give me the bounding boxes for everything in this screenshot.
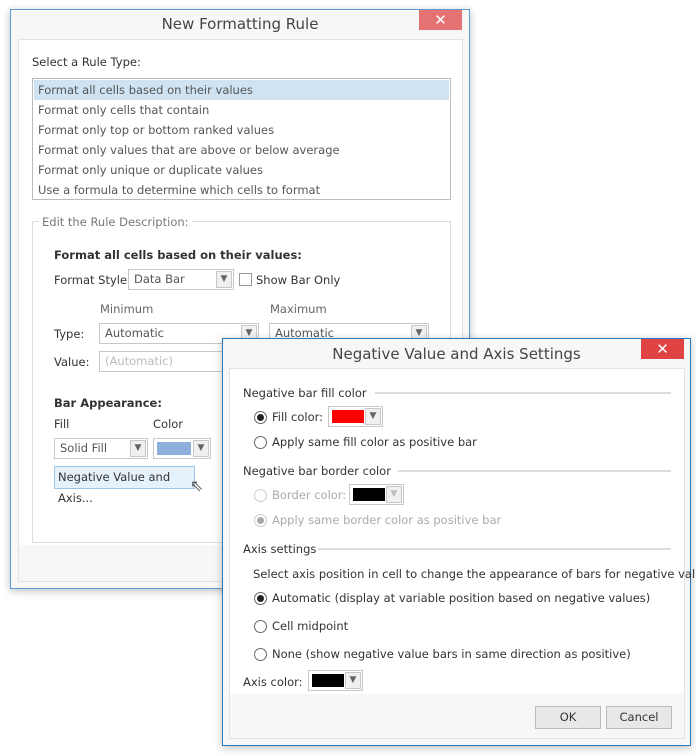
fill-section-title: Negative bar fill color (243, 386, 367, 400)
border-same-radio[interactable] (254, 514, 267, 527)
fill-select[interactable]: Solid Fill ▼ (54, 438, 148, 459)
fill-label: Fill (54, 417, 70, 431)
dialog-body: Negative bar fill color Fill color: ▼ Ap… (229, 368, 696, 739)
axis-color-picker[interactable]: ▼ (308, 670, 363, 691)
rule-type-item[interactable]: Format only top or bottom ranked values (34, 120, 449, 140)
rule-type-item[interactable]: Format only values that are above or bel… (34, 140, 449, 160)
border-color-swatch (353, 488, 385, 501)
show-bar-only-checkbox[interactable] (239, 273, 252, 286)
bar-appearance-heading: Bar Appearance: (54, 396, 162, 410)
select-rule-type-label: Select a Rule Type: (32, 55, 141, 69)
format-style-select[interactable]: Data Bar ▼ (128, 269, 234, 290)
format-style-label: Format Style: (54, 273, 131, 287)
fill-color-label: Fill color: (272, 410, 324, 424)
border-color-picker[interactable]: ▼ (349, 484, 404, 505)
border-color-label: Border color: (272, 488, 347, 502)
minimum-type-value: Automatic (105, 326, 164, 340)
dialog-title: New Formatting Rule (161, 15, 319, 33)
bar-color-picker[interactable]: ▼ (153, 438, 211, 459)
rule-type-list[interactable]: Format all cells based on their values F… (32, 78, 451, 200)
format-style-value: Data Bar (134, 272, 185, 286)
dialog-footer: OK Cancel (230, 694, 684, 738)
chevron-down-icon: ▼ (345, 672, 361, 689)
fill-color-picker[interactable]: ▼ (328, 406, 383, 427)
axis-midpoint-radio[interactable] (254, 620, 267, 633)
fill-color-radio[interactable] (254, 411, 267, 424)
divider (398, 470, 671, 472)
axis-color-label: Axis color: (243, 675, 303, 689)
negative-value-axis-button[interactable]: Negative Value and Axis... (54, 466, 195, 505)
axis-none-label: None (show negative value bars in same d… (272, 647, 631, 661)
axis-none-radio[interactable] (254, 648, 267, 661)
close-button[interactable]: ✕ (419, 10, 462, 30)
rule-type-item[interactable]: Format only unique or duplicate values (34, 160, 449, 180)
rule-type-item[interactable]: Format all cells based on their values (34, 80, 449, 100)
maximum-label: Maximum (270, 302, 327, 316)
negative-value-axis-dialog: Negative Value and Axis Settings ✕ Negat… (222, 338, 696, 746)
chevron-down-icon: ▼ (216, 271, 232, 288)
divider (375, 392, 671, 394)
dialog-title: Negative Value and Axis Settings (332, 345, 581, 363)
border-color-radio[interactable] (254, 489, 267, 502)
rule-type-item[interactable]: Use a formula to determine which cells t… (34, 180, 449, 200)
mouse-cursor-icon: ⇖ (190, 476, 204, 495)
axis-hint: Select axis position in cell to change t… (253, 567, 696, 581)
chevron-down-icon: ▼ (130, 440, 146, 457)
axis-automatic-radio[interactable] (254, 592, 267, 605)
show-bar-only-label: Show Bar Only (256, 273, 341, 287)
minimum-value-placeholder: (Automatic) (105, 354, 173, 368)
cancel-button[interactable]: Cancel (606, 706, 672, 729)
axis-automatic-label: Automatic (display at variable position … (272, 591, 651, 605)
border-section-title: Negative bar border color (243, 464, 391, 478)
divider (318, 548, 671, 550)
fill-same-radio[interactable] (254, 436, 267, 449)
minimum-label: Minimum (100, 302, 154, 316)
fill-color-swatch (332, 410, 364, 423)
type-label: Type: (54, 327, 85, 341)
description-heading: Format all cells based on their values: (54, 248, 302, 262)
ok-button[interactable]: OK (535, 706, 601, 729)
axis-midpoint-label: Cell midpoint (272, 619, 349, 633)
color-label: Color (153, 417, 184, 431)
chevron-down-icon: ▼ (193, 440, 209, 457)
border-same-label: Apply same border color as positive bar (272, 513, 502, 527)
rule-type-item[interactable]: Format only cells that contain (34, 100, 449, 120)
minimum-value-input[interactable]: (Automatic) (99, 351, 239, 372)
fill-value: Solid Fill (60, 441, 108, 455)
axis-color-swatch (312, 674, 344, 687)
axis-section-title: Axis settings (243, 542, 317, 556)
bar-color-swatch (157, 442, 191, 455)
chevron-down-icon: ▼ (365, 408, 381, 425)
fill-same-label: Apply same fill color as positive bar (272, 435, 477, 449)
close-button[interactable]: ✕ (641, 339, 684, 359)
group-title: Edit the Rule Description: (39, 215, 192, 229)
value-label: Value: (54, 355, 90, 369)
chevron-down-icon: ▼ (386, 486, 402, 503)
